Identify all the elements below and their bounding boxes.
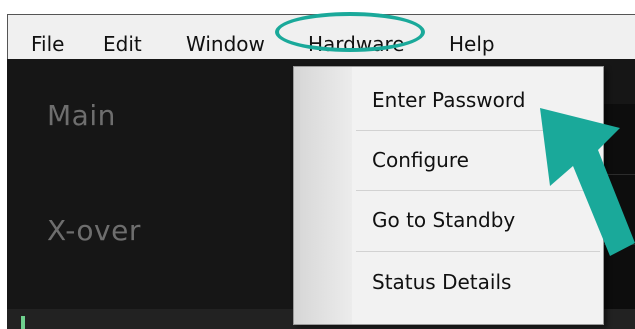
pointer-arrow-icon xyxy=(540,108,635,256)
menu-edit[interactable]: Edit xyxy=(103,32,142,56)
level-indicator xyxy=(21,316,25,329)
highlight-circle xyxy=(275,12,425,52)
menu-help[interactable]: Help xyxy=(449,32,495,56)
menu-item-go-to-standby[interactable]: Go to Standby xyxy=(372,208,515,232)
sidebar-item-main[interactable]: Main xyxy=(47,99,116,132)
sidebar-item-x-over[interactable]: X-over xyxy=(47,214,141,247)
menu-item-configure[interactable]: Configure xyxy=(372,148,469,172)
menu-window[interactable]: Window xyxy=(186,32,265,56)
menu-icon-gutter xyxy=(294,67,352,324)
menu-file[interactable]: File xyxy=(31,32,64,56)
menu-item-status-details[interactable]: Status Details xyxy=(372,270,511,294)
